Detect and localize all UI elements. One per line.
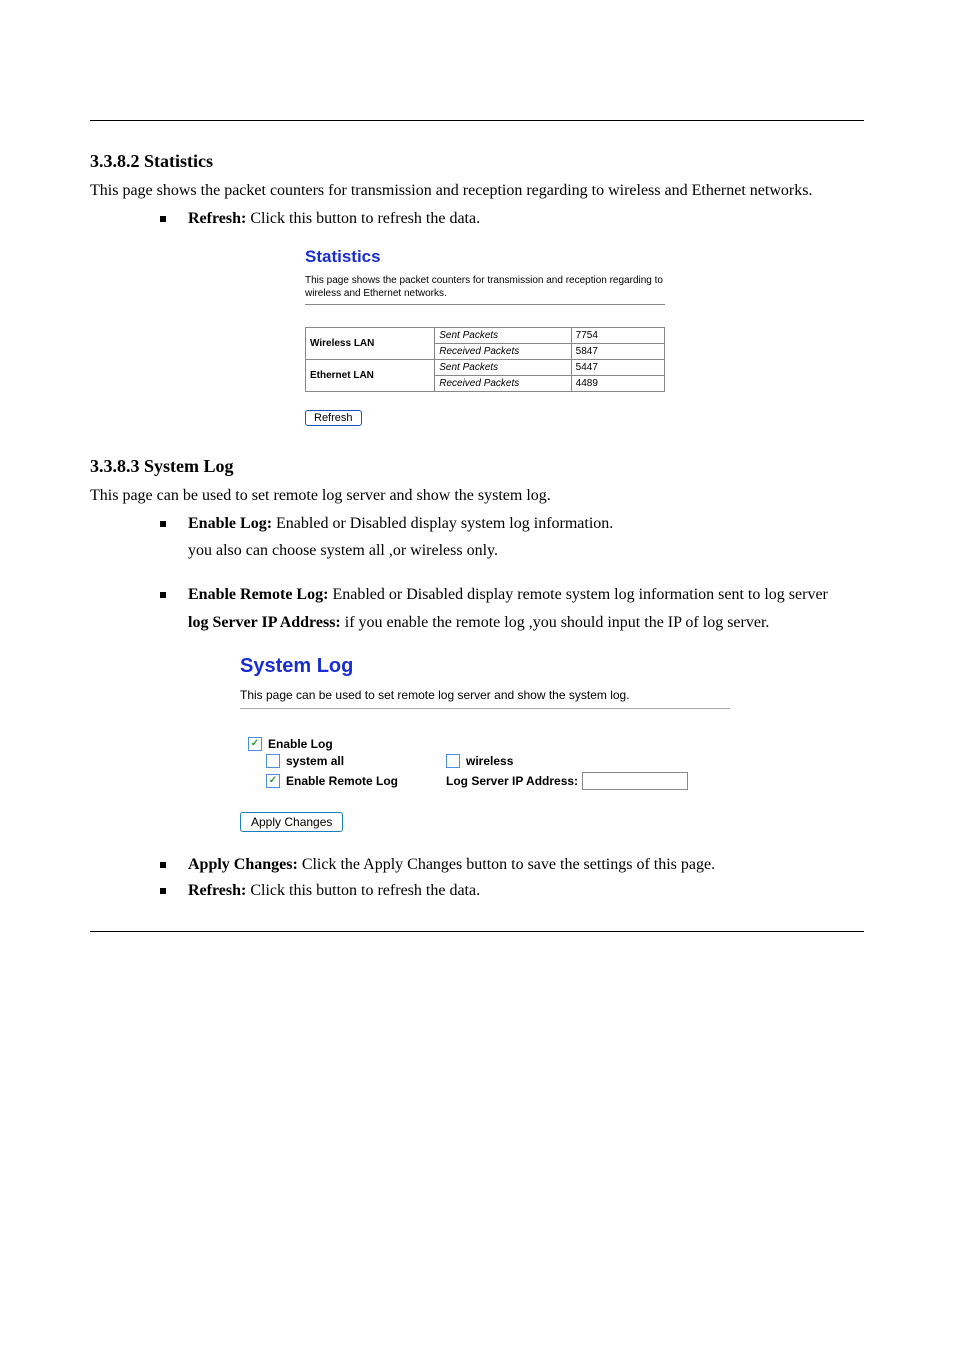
cell-recv2: Received Packets — [435, 376, 571, 392]
term-server-ip: log Server IP Address: — [188, 614, 345, 631]
header-rule — [90, 120, 864, 121]
text-enable-log: Enabled or Disabled display system log i… — [276, 515, 613, 532]
heading-statistics: 3.3.8.2 Statistics — [90, 151, 864, 172]
checkbox-wireless[interactable] — [446, 754, 460, 768]
bullet-apply-changes: Apply Changes: Click the Apply Changes b… — [160, 854, 864, 876]
term-enable-log: Enable Log: — [188, 515, 276, 532]
text-enable-remote: Enabled or Disabled display remote syste… — [332, 586, 827, 603]
row-wlan: Wireless LAN — [306, 328, 435, 360]
checkbox-system-all[interactable] — [266, 754, 280, 768]
stats-panel-desc: This page shows the packet counters for … — [305, 275, 665, 305]
footer-rule — [90, 931, 864, 932]
stats-panel-title: Statistics — [305, 247, 665, 267]
cell-elan-recv: 4489 — [571, 376, 664, 392]
text-refresh2: Click this button to refresh the data. — [250, 882, 480, 899]
bullet-enable-remote: Enable Remote Log: Enabled or Disabled d… — [160, 584, 864, 606]
cell-recv: Received Packets — [435, 344, 571, 360]
refresh-button[interactable]: Refresh — [305, 410, 362, 426]
term-apply: Apply Changes: — [188, 856, 302, 873]
bullet-enable-log: Enable Log: Enabled or Disabled display … — [160, 513, 864, 535]
cell-wlan-recv: 5847 — [571, 344, 664, 360]
cell-elan-sent: 5447 — [571, 360, 664, 376]
bullet-dot-icon — [160, 888, 166, 894]
cell-wlan-sent: 7754 — [571, 328, 664, 344]
para-after-enable: you also can choose system all ,or wirel… — [188, 540, 864, 562]
apply-changes-button[interactable]: Apply Changes — [240, 812, 343, 832]
statistics-screenshot: Statistics This page shows the packet co… — [305, 247, 665, 426]
stats-table: Wireless LAN Sent Packets 7754 Received … — [305, 327, 665, 392]
syslog-panel-desc: This page can be used to set remote log … — [240, 688, 730, 709]
label-enable-log: Enable Log — [268, 737, 333, 751]
text-refresh: Click this button to refresh the data. — [250, 210, 480, 227]
heading-syslog: 3.3.8.3 System Log — [90, 456, 864, 477]
row-elan: Ethernet LAN — [306, 360, 435, 392]
text-server-ip: if you enable the remote log ,you should… — [345, 614, 770, 631]
syslog-screenshot: System Log This page can be used to set … — [240, 655, 730, 832]
bullet-dot-icon — [160, 862, 166, 868]
cell-sent2: Sent Packets — [435, 360, 571, 376]
term-refresh2: Refresh: — [188, 882, 250, 899]
label-enable-remote: Enable Remote Log — [286, 774, 398, 788]
term-refresh: Refresh: — [188, 210, 250, 227]
intro-syslog: This page can be used to set remote log … — [90, 485, 864, 507]
label-wireless: wireless — [466, 754, 513, 768]
text-apply: Click the Apply Changes button to save t… — [302, 856, 715, 873]
bullet-refresh-syslog: Refresh: Click this button to refresh th… — [160, 880, 864, 902]
checkbox-enable-log[interactable] — [248, 737, 262, 751]
log-server-ip-input[interactable] — [582, 772, 688, 790]
term-enable-remote: Enable Remote Log: — [188, 586, 332, 603]
cell-sent: Sent Packets — [435, 328, 571, 344]
checkbox-enable-remote[interactable] — [266, 774, 280, 788]
bullet-dot-icon — [160, 592, 166, 598]
bullet-dot-icon — [160, 216, 166, 222]
syslog-panel-title: System Log — [240, 655, 730, 678]
bullet-refresh-stats: Refresh: Click this button to refresh th… — [160, 208, 864, 230]
label-server-ip: Log Server IP Address: — [446, 774, 578, 788]
intro-statistics: This page shows the packet counters for … — [90, 180, 864, 202]
label-system-all: system all — [286, 754, 344, 768]
bullet-dot-icon — [160, 521, 166, 527]
